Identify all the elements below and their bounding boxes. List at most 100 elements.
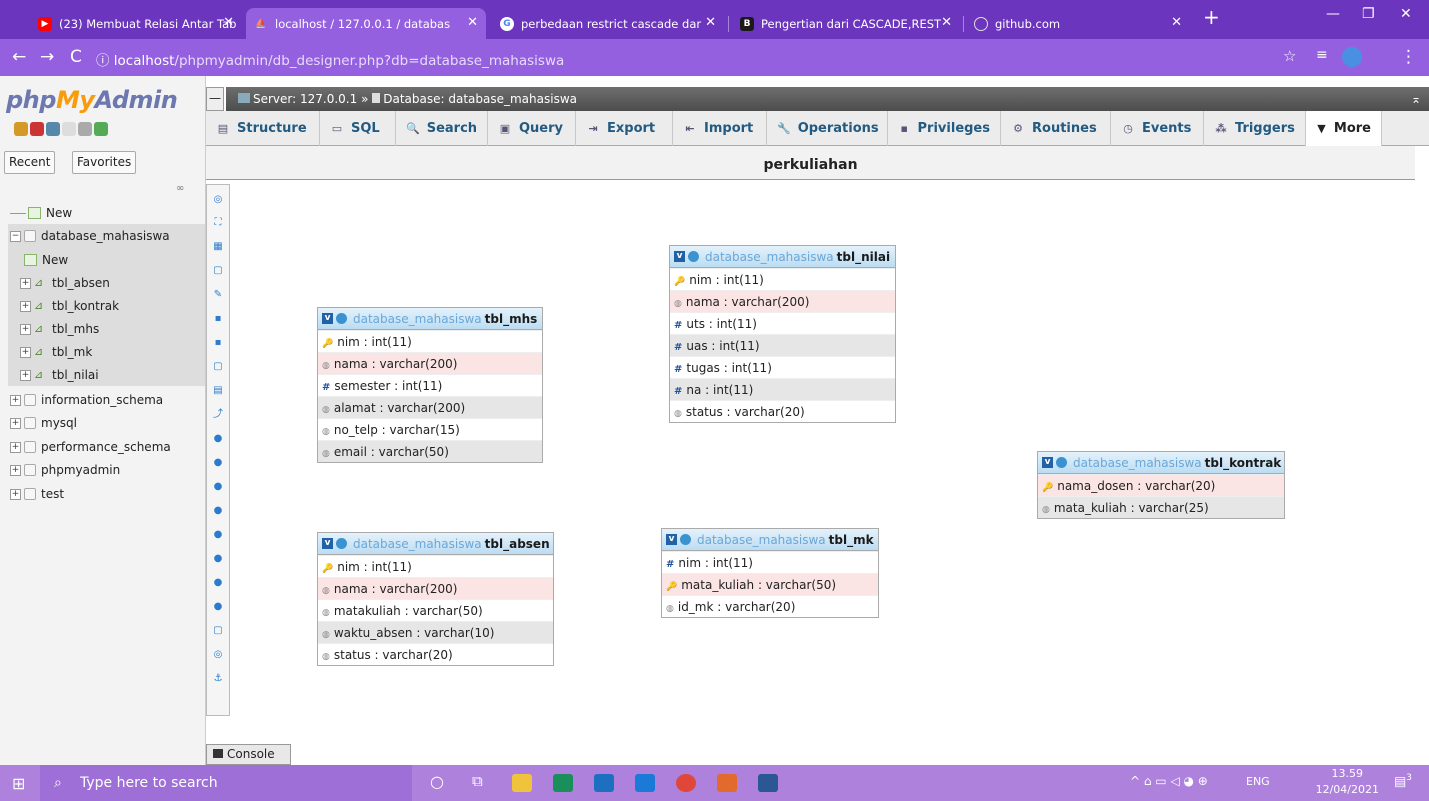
table-header[interactable]: v database_mahasiswa tbl_mhs	[318, 308, 542, 330]
reading-list-icon[interactable]: ≡	[1316, 47, 1328, 63]
tree-new-table[interactable]: New	[24, 253, 68, 267]
settings-gear-icon[interactable]	[688, 251, 699, 262]
move-menu-icon[interactable]: ◎	[211, 648, 225, 662]
browser-tab-github[interactable]: github.com ✕	[966, 8, 1190, 39]
breadcrumb-server[interactable]: Server: 127.0.0.1 »	[253, 92, 372, 106]
designer-table-tbl-absen[interactable]: v database_mahasiswa tbl_absen 🔑 nim : int(…	[317, 532, 554, 666]
recent-button[interactable]: Recent	[4, 151, 56, 174]
table-header[interactable]: v database_mahasiswa tbl_kontrak	[1038, 452, 1284, 474]
expand-icon[interactable]: +	[20, 300, 31, 312]
tab-events[interactable]: ◷ Events	[1111, 111, 1204, 146]
window-close-icon[interactable]: ✕	[1400, 6, 1412, 22]
tree-db-database-mahasiswa[interactable]: − database_mahasiswa	[10, 229, 170, 243]
table-column-row[interactable]: ◍ id_mk : varchar(20)	[662, 595, 878, 617]
tree-db-mysql[interactable]: + mysql	[10, 416, 77, 430]
pin-text-icon[interactable]: ⚓	[211, 672, 225, 686]
toggle-columns-icon[interactable]: v	[322, 538, 333, 549]
tab-sql[interactable]: ▭ SQL	[320, 111, 396, 146]
toggle-columns-icon[interactable]: v	[322, 313, 333, 324]
tab-triggers[interactable]: ⁂ Triggers	[1204, 111, 1306, 146]
table-column-row[interactable]: # uts : int(11)	[670, 312, 895, 334]
table-column-row[interactable]: # semester : int(11)	[318, 374, 542, 396]
tab-import[interactable]: ⇤ Import	[673, 111, 767, 146]
expand-icon[interactable]: +	[10, 464, 21, 476]
toggle-columns-icon[interactable]: v	[674, 251, 685, 262]
table-column-row[interactable]: 🔑 mata_kuliah : varchar(50)	[662, 573, 878, 595]
show-hide-icon[interactable]: ◎	[211, 193, 225, 207]
settings-gear-icon[interactable]	[336, 313, 347, 324]
export-icon[interactable]: ●	[211, 600, 225, 614]
build-query-icon[interactable]: ▢	[211, 624, 225, 638]
table-header[interactable]: v database_mahasiswa tbl_mk	[662, 529, 878, 551]
profile-avatar-icon[interactable]	[1342, 47, 1362, 67]
link-chain-icon[interactable]: ∞	[176, 183, 184, 194]
snap-grid-icon[interactable]: ●	[211, 504, 225, 518]
taskbar-search-input[interactable]: ⌕ Type here to search	[40, 765, 412, 801]
reload-icon[interactable]: ●	[211, 432, 225, 446]
expand-icon[interactable]: +	[20, 277, 31, 289]
designer-table-tbl-nilai[interactable]: v database_mahasiswa tbl_nilai 🔑 nim : int(…	[669, 245, 896, 423]
designer-table-tbl-mhs[interactable]: v database_mahasiswa tbl_mhs 🔑 nim : int(11…	[317, 307, 543, 463]
tab-query[interactable]: ▣ Query	[488, 111, 576, 146]
table-column-row[interactable]: ◍ alamat : varchar(200)	[318, 396, 542, 418]
restore-icon[interactable]: ❐	[1362, 6, 1375, 22]
tree-db-phpmyadmin[interactable]: + phpmyadmin	[10, 463, 120, 477]
browser-tab-blogger[interactable]: B Pengertian dari CASCADE,REST ✕	[732, 8, 960, 39]
tree-table-tbl-kontrak[interactable]: + ⊿ tbl_kontrak	[20, 299, 119, 313]
collapse-up-icon[interactable]: ⌅	[1411, 87, 1421, 111]
toggle-small-big-icon[interactable]: ●	[211, 552, 225, 566]
edit-page-icon[interactable]: ✎	[211, 288, 225, 302]
tree-db-performance-schema[interactable]: + performance_schema	[10, 440, 171, 454]
tree-db-test[interactable]: + test	[10, 487, 64, 501]
tree-table-tbl-nilai[interactable]: + ⊿ tbl_nilai	[20, 368, 99, 382]
table-column-row[interactable]: # tugas : int(11)	[670, 356, 895, 378]
table-column-row[interactable]: ◍ nama : varchar(200)	[670, 290, 895, 312]
expand-icon[interactable]: +	[10, 394, 21, 406]
refresh-icon[interactable]	[94, 122, 108, 136]
table-column-row[interactable]: ◍ nama : varchar(200)	[318, 352, 542, 374]
expand-icon[interactable]: +	[10, 417, 21, 429]
tab-routines[interactable]: ⚙ Routines	[1001, 111, 1111, 146]
system-tray-icons[interactable]: ^ ⌂ ▭ ◁ ◕ ⊕	[1130, 774, 1208, 788]
taskbar-clock[interactable]: 13.59 12/04/2021	[1316, 766, 1379, 798]
tab-search[interactable]: 🔍 Search	[396, 111, 488, 146]
docs-icon[interactable]	[62, 122, 76, 136]
windows-start-icon[interactable]: ⊞	[12, 774, 25, 793]
browser-tab-youtube[interactable]: ▶ (23) Membuat Relasi Antar Tab ✕	[30, 8, 242, 39]
table-column-row[interactable]: # na : int(11)	[670, 378, 895, 400]
toggle-columns-icon[interactable]: v	[666, 534, 677, 545]
designer-table-tbl-mk[interactable]: v database_mahasiswa tbl_mk # nim : int(11)…	[661, 528, 879, 618]
minimize-icon[interactable]: —	[1326, 6, 1340, 22]
favorites-button[interactable]: Favorites	[72, 151, 137, 174]
menu-kebab-icon[interactable]: ⋮	[1400, 47, 1417, 67]
console-button[interactable]: Console	[206, 744, 291, 765]
help-icon[interactable]: ●	[211, 456, 225, 470]
settings-gear-icon[interactable]	[336, 538, 347, 549]
save-as-icon[interactable]: ▪	[211, 336, 225, 350]
browser-tab-google[interactable]: G perbedaan restrict cascade dar ✕	[492, 8, 724, 39]
toggle-relation-lines-icon[interactable]: ●	[211, 576, 225, 590]
mail-icon[interactable]	[635, 774, 655, 792]
new-page-icon[interactable]: ▢	[211, 264, 225, 278]
expand-icon[interactable]: +	[20, 346, 31, 358]
word-icon[interactable]	[758, 774, 778, 792]
tree-table-tbl-mhs[interactable]: + ⊿ tbl_mhs	[20, 322, 99, 336]
app-l-icon[interactable]	[553, 774, 573, 792]
bookmark-star-icon[interactable]: ☆	[1283, 47, 1296, 65]
expand-icon[interactable]: +	[20, 369, 31, 381]
tab-structure[interactable]: ▤ Structure	[206, 111, 320, 146]
table-column-row[interactable]: ◍ status : varchar(20)	[318, 643, 553, 665]
table-column-row[interactable]: ◍ waktu_absen : varchar(10)	[318, 621, 553, 643]
tab-more[interactable]: ▼ More	[1306, 111, 1382, 146]
save-icon[interactable]: ▪	[211, 312, 225, 326]
expand-icon[interactable]: +	[20, 323, 31, 335]
url-field[interactable]: ⓘ localhost/phpmyadmin/db_designer.php?d…	[96, 49, 564, 69]
export-schema-icon[interactable]: ▤	[211, 384, 225, 398]
settings-gear-icon[interactable]	[78, 122, 92, 136]
tab-export[interactable]: ⇥ Export	[576, 111, 673, 146]
help-icon[interactable]	[46, 122, 60, 136]
small-big-all-icon[interactable]: ●	[211, 528, 225, 542]
table-column-row[interactable]: 🔑 nim : int(11)	[318, 555, 553, 577]
expand-icon[interactable]: +	[10, 441, 21, 453]
table-column-row[interactable]: 🔑 nim : int(11)	[670, 268, 895, 290]
